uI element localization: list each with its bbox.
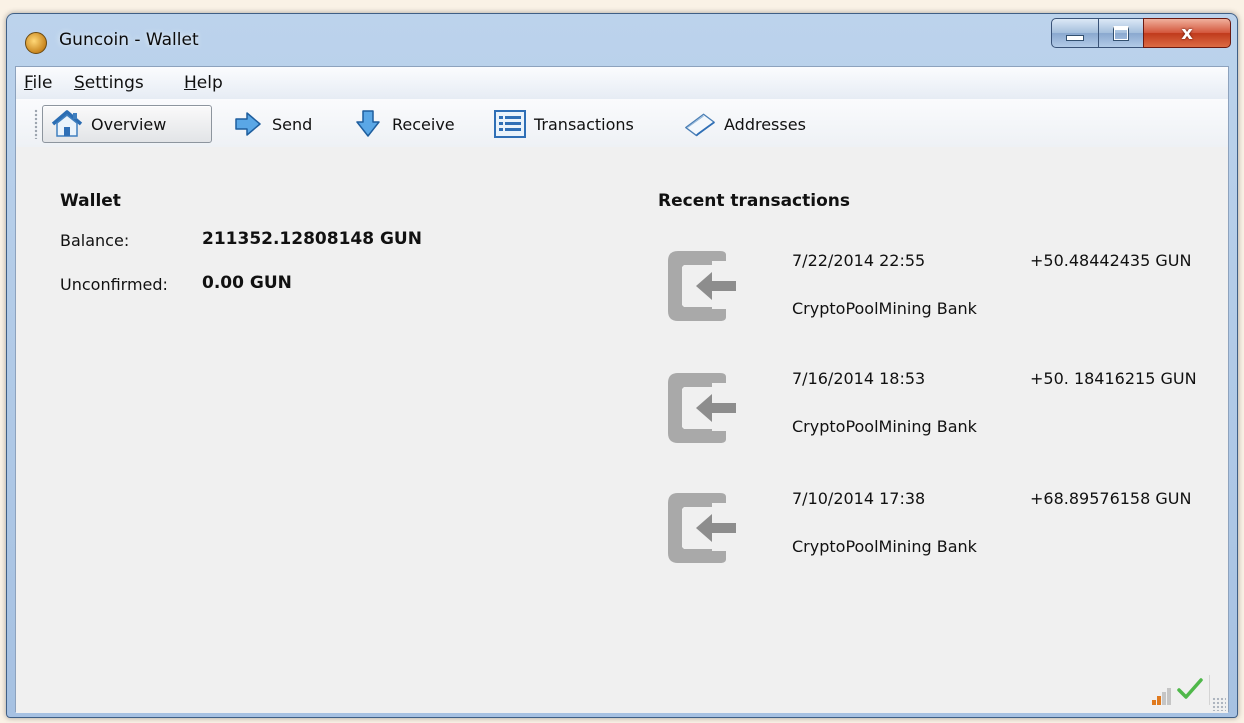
transaction-date: 7/22/2014 22:55 bbox=[792, 251, 926, 270]
receive-label: Receive bbox=[392, 114, 455, 134]
unconfirmed-label: Unconfirmed: bbox=[60, 275, 168, 294]
transaction-address: CryptoPoolMining Bank bbox=[792, 537, 977, 556]
toolbar-grip[interactable] bbox=[34, 109, 38, 139]
status-divider bbox=[1209, 675, 1210, 705]
home-icon bbox=[51, 108, 83, 140]
overview-label: Overview bbox=[91, 114, 167, 134]
transaction-address: CryptoPoolMining Bank bbox=[792, 417, 977, 436]
transaction-amount: +68.89576158 GUN bbox=[1030, 489, 1192, 508]
balance-label: Balance: bbox=[60, 231, 130, 250]
receive-tab-button[interactable]: Receive bbox=[344, 105, 465, 143]
send-arrow-icon bbox=[232, 108, 264, 140]
transaction-date: 7/16/2014 18:53 bbox=[792, 369, 926, 388]
incoming-transaction-icon bbox=[662, 489, 740, 567]
menu-help[interactable]: Help bbox=[184, 73, 223, 93]
transaction-address: CryptoPoolMining Bank bbox=[792, 299, 977, 318]
unconfirmed-value: 0.00 GUN bbox=[202, 273, 292, 293]
send-label: Send bbox=[272, 114, 313, 134]
guncoin-app-icon bbox=[25, 32, 47, 54]
transaction-amount: +50.48442435 GUN bbox=[1030, 251, 1192, 270]
transactions-label: Transactions bbox=[534, 114, 634, 134]
addresses-label: Addresses bbox=[724, 114, 806, 134]
title-bar[interactable]: Guncoin - Wallet x bbox=[7, 14, 1237, 66]
close-button[interactable]: x bbox=[1143, 18, 1231, 48]
transactions-tab-button[interactable]: Transactions bbox=[486, 105, 644, 143]
minimize-button[interactable] bbox=[1051, 18, 1099, 48]
main-window: Guncoin - Wallet x File Settings Help Ov… bbox=[6, 13, 1238, 718]
addresses-book-icon bbox=[684, 108, 716, 140]
transaction-date: 7/10/2014 17:38 bbox=[792, 489, 926, 508]
balance-value: 211352.12808148 GUN bbox=[202, 229, 422, 249]
transactions-list-icon bbox=[494, 108, 526, 140]
maximize-icon bbox=[1113, 25, 1129, 41]
menu-file[interactable]: File bbox=[24, 73, 52, 93]
incoming-transaction-icon bbox=[662, 247, 740, 325]
recent-transactions-heading: Recent transactions bbox=[658, 191, 850, 211]
toolbar: Overview Send Receive Transactions Addre… bbox=[16, 99, 1228, 148]
transaction-amount: +50. 18416215 GUN bbox=[1030, 369, 1197, 388]
minimize-icon bbox=[1066, 35, 1084, 41]
menu-settings[interactable]: Settings bbox=[74, 73, 144, 93]
sync-complete-checkmark-icon[interactable] bbox=[1177, 677, 1203, 705]
overview-tab-button[interactable]: Overview bbox=[42, 105, 212, 143]
resize-grip[interactable] bbox=[1212, 697, 1226, 711]
send-tab-button[interactable]: Send bbox=[224, 105, 322, 143]
connection-signal-icon[interactable] bbox=[1152, 687, 1171, 705]
status-bar-icons bbox=[1152, 675, 1210, 705]
overview-page: Wallet Balance: 211352.12808148 GUN Unco… bbox=[16, 147, 1228, 713]
receive-arrow-icon bbox=[352, 108, 384, 140]
wallet-heading: Wallet bbox=[60, 191, 121, 211]
client-area: File Settings Help Overview Send Receive… bbox=[15, 66, 1229, 713]
close-icon: x bbox=[1181, 22, 1193, 44]
incoming-transaction-icon bbox=[662, 369, 740, 447]
maximize-button[interactable] bbox=[1098, 18, 1144, 48]
addresses-tab-button[interactable]: Addresses bbox=[676, 105, 816, 143]
menu-bar: File Settings Help bbox=[16, 67, 1228, 100]
window-title: Guncoin - Wallet bbox=[59, 30, 199, 50]
